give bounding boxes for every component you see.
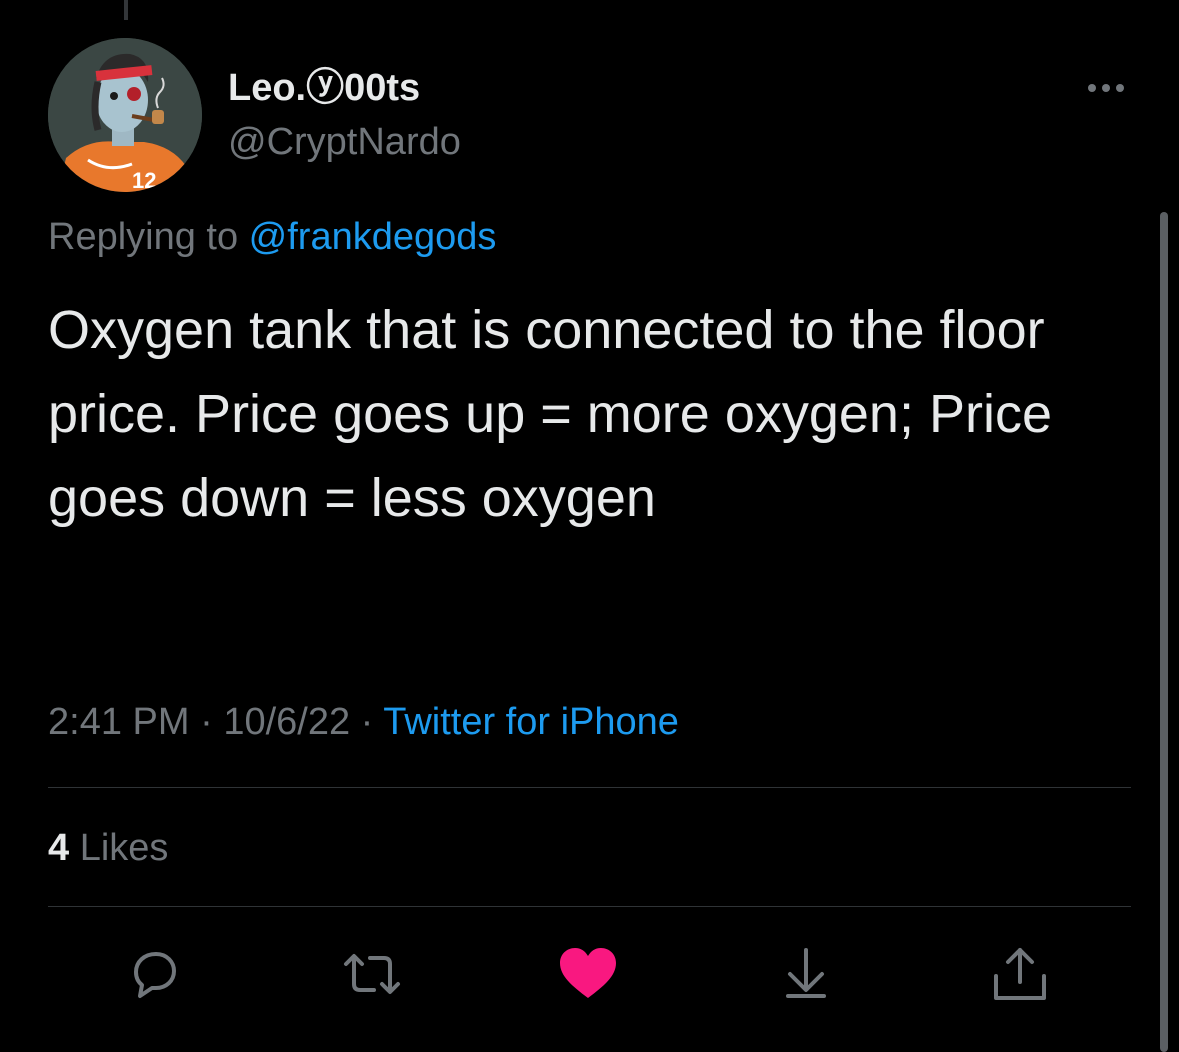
bookmark-download-icon[interactable] (774, 942, 838, 1006)
share-icon[interactable] (988, 942, 1052, 1006)
scrollbar[interactable] (1160, 212, 1168, 1052)
retweet-icon[interactable] (340, 942, 404, 1006)
reply-mention-link[interactable]: @frankdegods (249, 216, 497, 258)
replying-to: Replying to @frankdegods (48, 213, 496, 261)
more-options-icon[interactable] (1084, 76, 1128, 100)
reply-icon[interactable] (122, 942, 186, 1006)
tweet-date[interactable]: 10/6/22 (223, 701, 350, 743)
avatar[interactable]: 12 (48, 38, 202, 192)
svg-text:12: 12 (132, 168, 156, 192)
author-display-name[interactable]: Leo.ⓨ00ts (228, 64, 420, 112)
tweet-source-link[interactable]: Twitter for iPhone (383, 701, 679, 743)
tweet-time[interactable]: 2:41 PM (48, 701, 190, 743)
thread-connector-line (124, 0, 128, 20)
replying-to-label: Replying to (48, 216, 249, 258)
meta-separator: · (350, 701, 384, 743)
avatar-image: 12 (48, 38, 202, 192)
likes-label: Likes (69, 827, 169, 869)
divider (48, 906, 1131, 907)
author-handle[interactable]: @CryptNardo (228, 118, 461, 166)
divider (48, 787, 1131, 788)
likes-stat[interactable]: 4 Likes (48, 824, 168, 872)
tweet-text: Oxygen tank that is connected to the flo… (48, 300, 1052, 528)
likes-count: 4 (48, 827, 70, 869)
tweet-metadata: 2:41 PM · 10/6/22 · Twitter for iPhone (48, 698, 679, 746)
heart-icon[interactable] (556, 942, 620, 1006)
meta-separator: · (189, 701, 224, 743)
